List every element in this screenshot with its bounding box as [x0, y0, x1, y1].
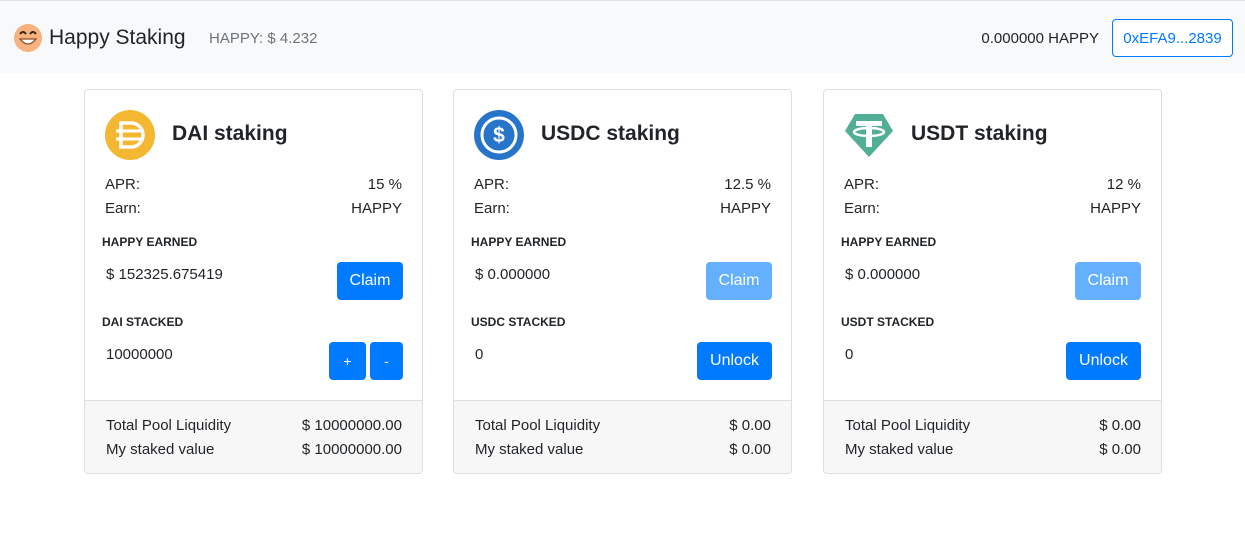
card-title: USDC staking — [541, 122, 680, 145]
card-title: DAI staking — [172, 122, 288, 145]
svg-text:$: $ — [493, 124, 505, 147]
earn-value: HAPPY — [720, 200, 771, 217]
stacked-value: 10000000 — [106, 346, 173, 363]
apr-label: APR: — [474, 176, 510, 193]
earn-row: Earn: HAPPY — [844, 200, 1141, 220]
my-staked-row: My staked value $ 0.00 — [845, 441, 1141, 461]
usdt-staking-card: USDT staking APR: 12 % Earn: HAPPY HAPPY… — [823, 89, 1162, 474]
stacked-label: USDT STACKED — [841, 315, 935, 329]
unlock-button[interactable]: Unlock — [1066, 342, 1141, 380]
usdt-icon — [845, 114, 893, 157]
my-staked-label: My staked value — [106, 441, 215, 458]
stacked-value: 0 — [845, 346, 854, 363]
card-footer: Total Pool Liquidity $ 0.00 My staked va… — [454, 400, 791, 473]
wallet-address-button[interactable]: 0xEFA9...2839 — [1112, 19, 1233, 57]
apr-label: APR: — [844, 176, 880, 193]
my-staked-row: My staked value $ 10000000.00 — [106, 441, 402, 461]
earn-value: HAPPY — [1090, 200, 1141, 217]
earn-value: HAPPY — [351, 200, 402, 217]
happy-earned-value: $ 0.000000 — [845, 266, 921, 283]
apr-row: APR: 12.5 % — [474, 176, 771, 196]
apr-row: APR: 12 % — [844, 176, 1141, 196]
earn-label: Earn: — [105, 200, 141, 217]
apr-value: 12 % — [1106, 176, 1141, 193]
apr-value: 15 % — [367, 176, 402, 193]
dai-icon — [105, 110, 155, 160]
my-staked-label: My staked value — [845, 441, 954, 458]
my-staked-label: My staked value — [475, 441, 584, 458]
stacked-value: 0 — [475, 346, 484, 363]
apr-label: APR: — [105, 176, 141, 193]
usdc-staking-card: $ USDC staking APR: 12.5 % Earn: HAPPY H… — [453, 89, 792, 474]
my-staked-value: $ 10000000.00 — [301, 441, 402, 458]
claim-button[interactable]: Claim — [337, 262, 403, 300]
my-staked-row: My staked value $ 0.00 — [475, 441, 771, 461]
stake-minus-button[interactable]: - — [370, 342, 403, 380]
earn-label: Earn: — [474, 200, 510, 217]
brand-name[interactable]: Happy Staking — [49, 26, 186, 50]
liquidity-label: Total Pool Liquidity — [475, 417, 601, 434]
navbar: Happy Staking HAPPY: $ 4.232 0.000000 HA… — [0, 0, 1245, 73]
card-footer: Total Pool Liquidity $ 10000000.00 My st… — [85, 400, 422, 473]
my-staked-value: $ 0.00 — [1099, 441, 1141, 458]
stake-plus-button[interactable]: + — [329, 342, 366, 380]
claim-button[interactable]: Claim — [1075, 262, 1141, 300]
happy-balance: 0.000000 HAPPY — [981, 30, 1099, 47]
liquidity-value: $ 10000000.00 — [301, 417, 402, 434]
dai-staking-card: DAI staking APR: 15 % Earn: HAPPY HAPPY … — [84, 89, 423, 474]
happy-earned-label: HAPPY EARNED — [841, 235, 937, 249]
liquidity-value: $ 0.00 — [1099, 417, 1141, 434]
happy-earned-value: $ 152325.675419 — [106, 266, 223, 283]
happy-price: HAPPY: $ 4.232 — [209, 30, 318, 47]
earn-label: Earn: — [844, 200, 880, 217]
card-footer: Total Pool Liquidity $ 0.00 My staked va… — [824, 400, 1161, 473]
my-staked-value: $ 0.00 — [729, 441, 771, 458]
stacked-label: DAI STACKED — [102, 315, 184, 329]
unlock-button[interactable]: Unlock — [697, 342, 772, 380]
liquidity-value: $ 0.00 — [729, 417, 771, 434]
earn-row: Earn: HAPPY — [474, 200, 771, 220]
smiley-logo-icon — [14, 24, 42, 52]
liquidity-label: Total Pool Liquidity — [845, 417, 971, 434]
happy-earned-value: $ 0.000000 — [475, 266, 551, 283]
liquidity-row: Total Pool Liquidity $ 10000000.00 — [106, 417, 402, 437]
claim-button[interactable]: Claim — [706, 262, 772, 300]
happy-earned-label: HAPPY EARNED — [471, 235, 567, 249]
stacked-label: USDC STACKED — [471, 315, 566, 329]
earn-row: Earn: HAPPY — [105, 200, 402, 220]
liquidity-label: Total Pool Liquidity — [106, 417, 232, 434]
card-title: USDT staking — [911, 122, 1048, 145]
happy-earned-label: HAPPY EARNED — [102, 235, 198, 249]
apr-value: 12.5 % — [724, 176, 771, 193]
apr-row: APR: 15 % — [105, 176, 402, 196]
liquidity-row: Total Pool Liquidity $ 0.00 — [475, 417, 771, 437]
liquidity-row: Total Pool Liquidity $ 0.00 — [845, 417, 1141, 437]
usdc-icon: $ — [474, 110, 524, 160]
